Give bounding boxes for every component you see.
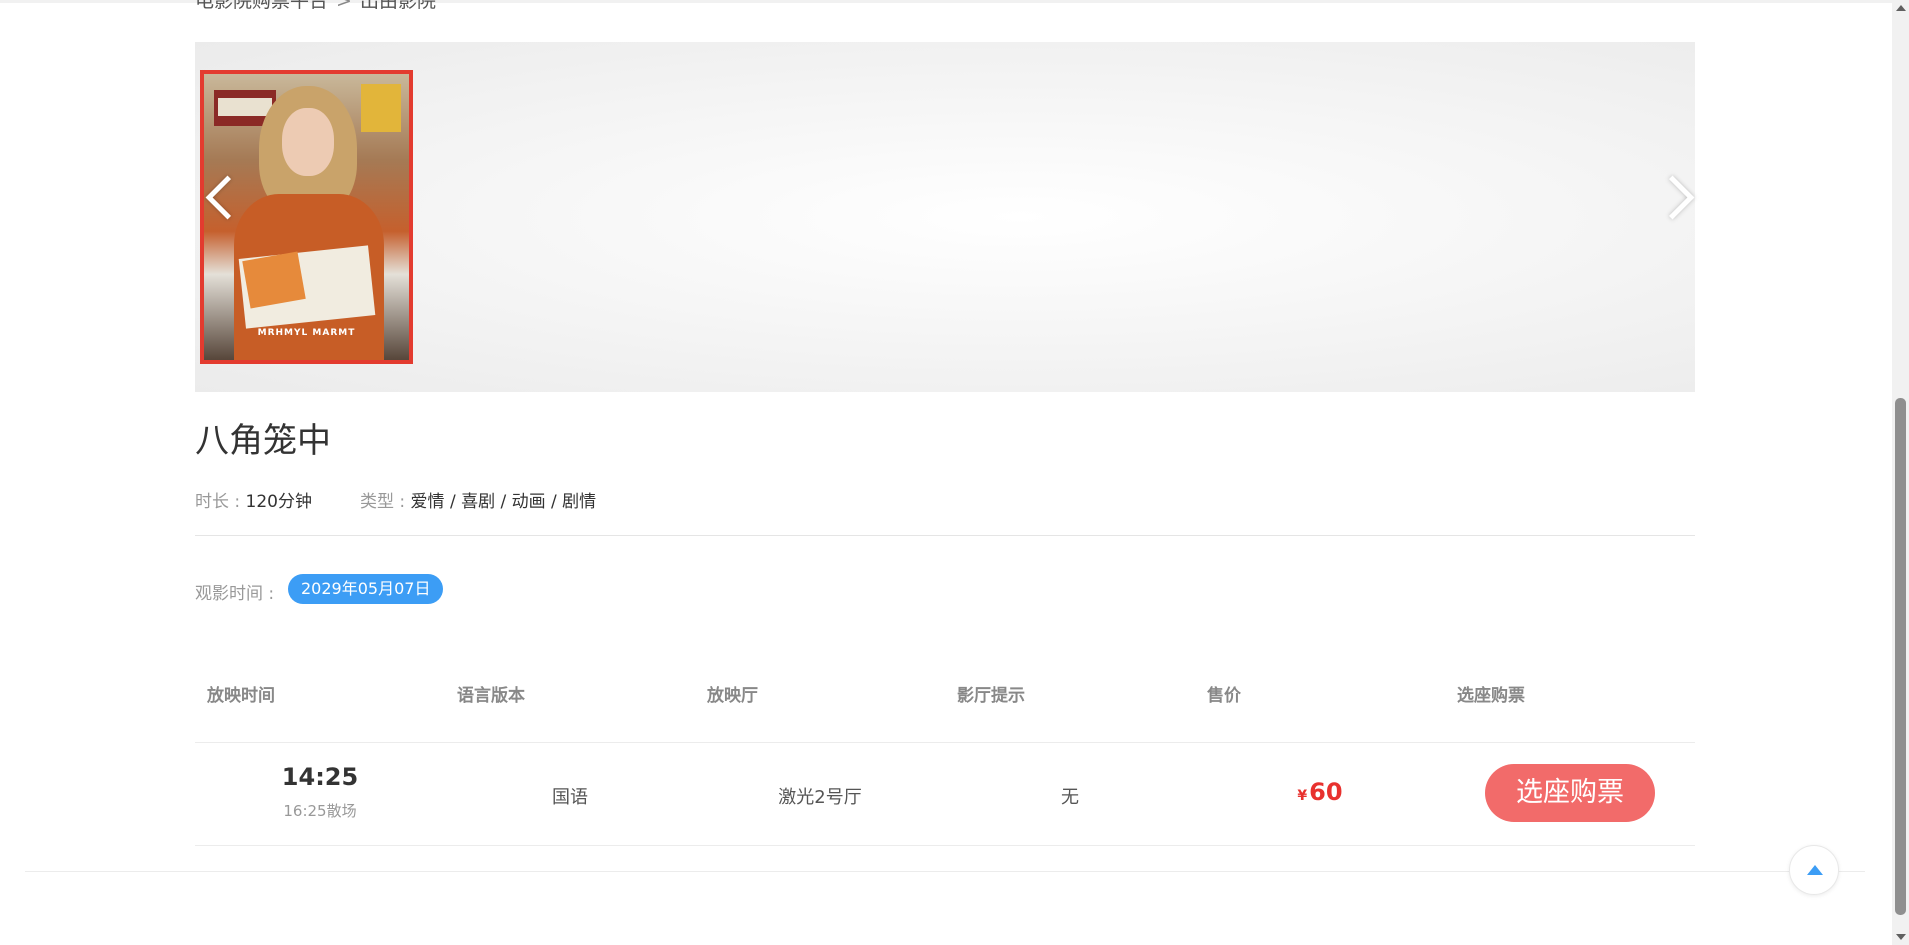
duration-value: 120分钟 [245,492,312,512]
page: 电影院购票平台 > 出由影院 MRHMYL MARMT 八角笼中 时长 : 120分… [0,0,1909,945]
poster-figure-face [282,108,334,176]
price-value: 60 [1309,778,1343,806]
table-header-divider [195,742,1695,743]
header-hall: 放映厅 [707,686,758,706]
breadcrumb: 电影院购票平台 > 出由影院 [195,0,436,13]
poster-sign-panel [218,98,272,116]
header-language: 语言版本 [457,686,525,706]
watch-time-label: 观影时间 : [195,584,275,604]
show-language: 国语 [552,787,588,808]
arrow-up-icon [1807,865,1823,875]
header-buy: 选座购票 [1457,686,1525,706]
footer-divider [25,871,1865,872]
header-hall-tip: 影厅提示 [957,686,1025,706]
show-end-time: 16:25散场 [283,802,357,820]
duration-label: 时长 : [195,492,246,512]
price-currency: ¥ [1297,788,1308,804]
back-to-top-button[interactable] [1789,845,1839,895]
breadcrumb-separator: > [336,0,352,12]
movie-poster[interactable]: MRHMYL MARMT [200,70,413,364]
movie-genre: 类型 : 爱情 / 喜剧 / 动画 / 剧情 [360,487,596,512]
watch-date-chip[interactable]: 2029年05月07日 [288,574,444,604]
breadcrumb-home[interactable]: 电影院购票平台 [195,0,328,12]
movie-title: 八角笼中 [195,421,331,461]
show-hall-tip: 无 [1061,787,1079,808]
poster-sign-yellow [361,84,401,132]
movie-duration: 时长 : 120分钟 [195,487,312,512]
poster-caption: MRHMYL MARMT [257,328,356,338]
select-seat-button[interactable]: 选座购票 [1485,764,1655,822]
show-hall: 激光2号厅 [778,787,862,808]
show-start-time: 14:25 [281,763,359,791]
scroll-thumb[interactable] [1895,398,1906,915]
poster-papers-orange [242,251,306,309]
show-price: ¥60 [1270,778,1370,806]
scroll-up-icon[interactable] [1896,5,1906,11]
header-show-time: 放映时间 [207,686,275,706]
genre-value: 爱情 / 喜剧 / 动画 / 剧情 [410,492,597,512]
info-divider [195,535,1695,536]
header-price: 售价 [1207,686,1241,706]
vertical-scrollbar[interactable] [1892,0,1909,945]
poster-carousel: MRHMYL MARMT [195,42,1695,392]
breadcrumb-current[interactable]: 出由影院 [360,0,436,12]
table-row-divider [195,845,1695,846]
scroll-down-icon[interactable] [1896,934,1906,940]
genre-label: 类型 : [360,492,411,512]
